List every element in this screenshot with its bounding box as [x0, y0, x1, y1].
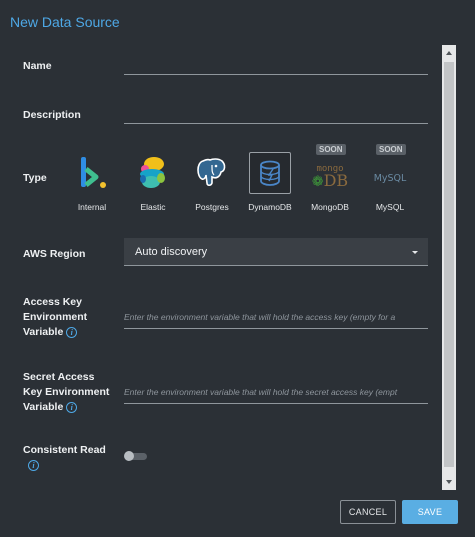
mysql-logo-text: MySQL: [373, 172, 407, 184]
access-key-label-line: Environment: [23, 311, 88, 323]
access-key-label-line: Access Key: [23, 296, 82, 308]
vertical-scrollbar[interactable]: [442, 45, 456, 490]
info-icon[interactable]: i: [28, 459, 39, 471]
type-option-mongodb[interactable]: SOON mongo ❁ DB MongoDB: [300, 144, 360, 220]
dynamodb-logo-icon: [249, 152, 291, 194]
type-label: Type: [23, 172, 47, 184]
consistent-read-label: Consistent Read i: [23, 443, 106, 473]
aws-region-label: AWS Region: [23, 248, 86, 260]
secret-key-label-line: Key Environment: [23, 386, 110, 398]
dialog-title: New Data Source: [10, 14, 120, 30]
save-button[interactable]: SAVE: [402, 500, 458, 524]
aws-region-value: Auto discovery: [135, 246, 208, 258]
name-label: Name: [23, 60, 52, 72]
type-option-postgres[interactable]: Postgres: [182, 150, 242, 220]
type-option-internal[interactable]: Internal: [62, 150, 122, 220]
toggle-knob: [124, 451, 134, 461]
type-option-label: DynamoDB: [248, 202, 292, 212]
info-icon[interactable]: i: [66, 401, 78, 413]
secret-key-label-line: Variable: [23, 401, 64, 413]
info-icon[interactable]: i: [66, 326, 78, 338]
type-option-dynamodb[interactable]: DynamoDB: [240, 150, 300, 220]
description-label: Description: [23, 109, 81, 121]
type-option-label: Postgres: [195, 202, 229, 212]
secret-key-input[interactable]: Enter the environment variable that will…: [124, 382, 428, 404]
description-input[interactable]: [124, 102, 428, 124]
scroll-up-arrow-icon[interactable]: [446, 51, 452, 55]
form-scroll-area[interactable]: Name Description Type Internal Elastic P…: [0, 45, 441, 490]
cancel-button[interactable]: CANCEL: [340, 500, 396, 524]
access-key-label-line: Variable: [23, 326, 64, 338]
consistent-read-label-text: Consistent Read: [23, 444, 106, 456]
bubble-logo-icon: [71, 152, 113, 194]
consistent-read-toggle[interactable]: [124, 451, 148, 461]
mongodb-logo-bottom: DB: [323, 170, 349, 190]
access-key-input[interactable]: Enter the environment variable that will…: [124, 307, 428, 329]
secret-key-label-line: Secret Access: [23, 371, 95, 383]
type-option-mysql[interactable]: SOON MySQL MySQL: [360, 144, 420, 220]
caret-down-icon: [412, 251, 418, 254]
name-input[interactable]: [124, 53, 428, 75]
scroll-down-arrow-icon[interactable]: [446, 480, 452, 484]
mongodb-leaf-icon: ❁: [311, 172, 324, 189]
elastic-logo-icon: [132, 152, 174, 194]
aws-region-select[interactable]: Auto discovery: [124, 238, 428, 266]
access-key-label: Access Key Environment Variable i: [23, 295, 87, 340]
type-option-elastic[interactable]: Elastic: [123, 150, 183, 220]
mysql-logo-icon: MySQL: [369, 152, 411, 194]
scroll-thumb[interactable]: [444, 62, 454, 467]
type-option-label: MySQL: [375, 202, 405, 212]
type-option-label: Elastic: [140, 202, 166, 212]
type-option-label: Internal: [77, 202, 107, 212]
secret-key-label: Secret Access Key Environment Variable i: [23, 370, 109, 415]
postgres-elephant-icon: [191, 152, 233, 194]
type-option-label: MongoDB: [311, 202, 349, 212]
mongodb-logo-icon: mongo ❁ DB: [309, 152, 351, 194]
